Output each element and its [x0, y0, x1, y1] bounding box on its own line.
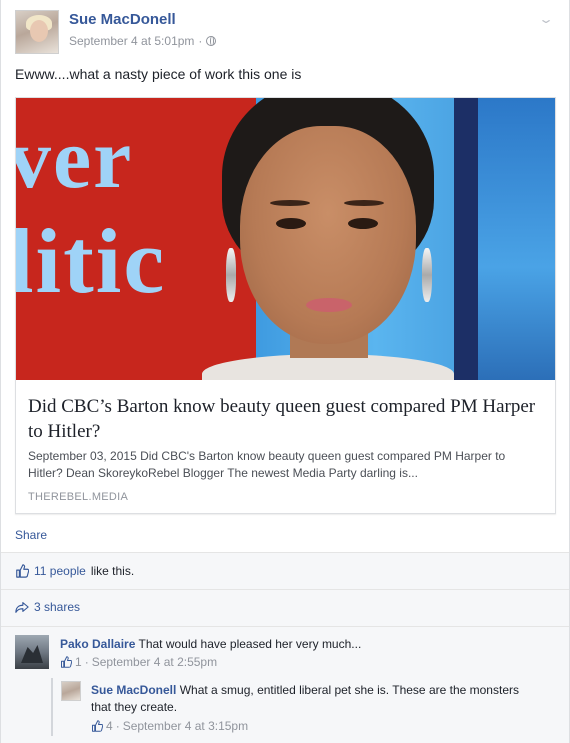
link-preview-card[interactable]: ver litic Did CBC’s Barton know beauty q…: [15, 97, 556, 514]
comment-like-count[interactable]: 1: [75, 655, 82, 669]
link-domain: THEREBEL.MEDIA: [28, 491, 129, 503]
meta-separator: ·: [84, 655, 89, 669]
divider: [1, 626, 569, 627]
post-author-name[interactable]: Sue MacDonell: [69, 11, 176, 28]
link-title[interactable]: Did CBC’s Barton know beauty queen guest…: [28, 394, 548, 444]
shares-count-link[interactable]: 3 shares: [34, 600, 80, 614]
like-icon: [16, 564, 29, 578]
facebook-post: Sue MacDonell September 4 at 5:01pm · ⌄ …: [0, 0, 570, 743]
post-meta: September 4 at 5:01pm ·: [69, 34, 217, 48]
comment-text: That would have pleased her very much...: [138, 637, 362, 651]
reply-thread-line: [51, 678, 53, 736]
author-avatar[interactable]: [15, 10, 59, 54]
comment-author[interactable]: Sue MacDonell: [91, 683, 176, 697]
chevron-down-icon[interactable]: ⌄: [538, 12, 554, 26]
share-arrow-icon: [15, 602, 29, 613]
share-button[interactable]: Share: [15, 528, 47, 542]
comment-timestamp[interactable]: September 4 at 2:55pm: [92, 655, 217, 669]
likes-summary: 11 people like this.: [15, 564, 134, 578]
comment-body: Sue MacDonell What a smug, entitled libe…: [91, 682, 531, 716]
link-description: September 03, 2015 Did CBC's Barton know…: [28, 449, 506, 480]
post-timestamp[interactable]: September 4 at 5:01pm: [69, 34, 194, 48]
divider: [1, 589, 569, 590]
comment-like-count[interactable]: 4: [106, 719, 113, 733]
comment-timestamp[interactable]: September 4 at 3:15pm: [123, 719, 248, 733]
woman-portrait: [202, 98, 454, 380]
comment-meta: 4 · September 4 at 3:15pm: [91, 719, 248, 733]
globe-icon[interactable]: [206, 36, 217, 46]
meta-separator: ·: [115, 719, 120, 733]
link-preview-image[interactable]: ver litic: [16, 98, 555, 380]
likes-count-link[interactable]: 11 people: [34, 564, 86, 578]
comment-body: Pako Dallaire That would have pleased he…: [60, 637, 540, 651]
comment-meta: 1 · September 4 at 2:55pm: [60, 655, 217, 669]
divider: [1, 552, 569, 553]
meta-separator: ·: [198, 34, 203, 48]
like-icon[interactable]: [60, 656, 72, 668]
background-logo-text-bottom: litic: [16, 210, 167, 312]
commenter-avatar[interactable]: [61, 681, 81, 701]
background-logo-text-top: ver: [16, 110, 134, 206]
post-text: Ewww....what a nasty piece of work this …: [15, 66, 302, 82]
likes-suffix: like this.: [90, 564, 135, 578]
comment-author[interactable]: Pako Dallaire: [60, 637, 135, 651]
shares-summary: 3 shares: [15, 600, 80, 614]
like-icon[interactable]: [91, 720, 103, 732]
commenter-avatar[interactable]: [15, 635, 49, 669]
